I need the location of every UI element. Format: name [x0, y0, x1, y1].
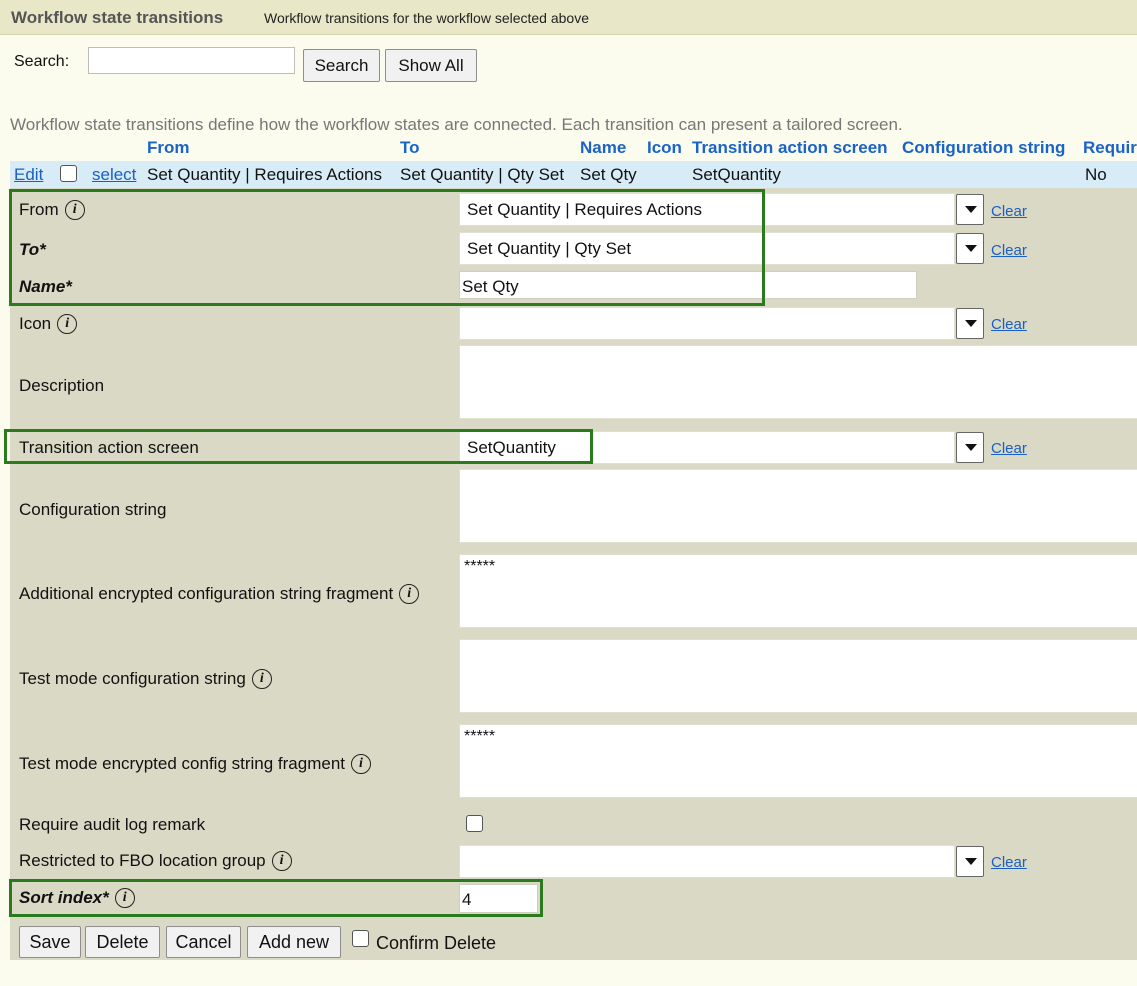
add-encrypted-textarea[interactable]: ***** [459, 554, 1137, 628]
info-icon[interactable]: i [399, 584, 420, 604]
row-to: Set Quantity | Qty Set [400, 165, 565, 184]
field-label-fbo: Restricted to FBO location group i [19, 851, 292, 871]
icon-clear-link[interactable]: Clear [991, 316, 1027, 333]
column-header-to[interactable]: To [400, 138, 420, 158]
search-label: Search: [14, 53, 70, 70]
column-header-config-string[interactable]: Configuration string [902, 138, 1065, 158]
row-from: Set Quantity | Requires Actions [147, 165, 382, 184]
highlight-box [9, 189, 765, 306]
column-header-name[interactable]: Name [580, 138, 626, 158]
field-label-audit: Require audit log remark [19, 815, 206, 834]
highlight-box [4, 429, 593, 464]
row-name: Set Qty [580, 165, 637, 184]
show-all-button[interactable]: Show All [385, 49, 477, 82]
section-description: Workflow state transitions define how th… [10, 115, 903, 134]
column-header-require[interactable]: Requir [1083, 138, 1137, 158]
from-clear-link[interactable]: Clear [991, 203, 1027, 220]
column-header-icon[interactable]: Icon [647, 138, 682, 158]
search-button[interactable]: Search [303, 49, 380, 82]
fbo-select[interactable] [459, 845, 955, 878]
info-icon[interactable]: i [271, 851, 292, 871]
delete-button[interactable]: Delete [85, 926, 160, 958]
audit-checkbox[interactable] [466, 815, 483, 832]
field-label-add-encrypted: Additional encrypted configuration strin… [19, 584, 420, 604]
search-input[interactable] [88, 47, 295, 74]
fbo-clear-link[interactable]: Clear [991, 854, 1027, 871]
highlight-box [9, 879, 543, 917]
field-label-test-encrypted: Test mode encrypted config string fragme… [19, 754, 371, 774]
field-label-description: Description [19, 376, 105, 395]
icon-select[interactable] [459, 307, 955, 340]
description-textarea[interactable] [459, 345, 1137, 419]
column-header-from[interactable]: From [147, 138, 190, 158]
cancel-button[interactable]: Cancel [166, 926, 241, 958]
info-icon[interactable]: i [57, 314, 78, 334]
field-label-config: Configuration string [19, 500, 167, 519]
save-button[interactable]: Save [19, 926, 81, 958]
to-clear-link[interactable]: Clear [991, 242, 1027, 259]
chevron-down-icon[interactable] [956, 308, 984, 339]
row-checkbox[interactable] [60, 165, 77, 182]
confirm-delete-label: Confirm Delete [376, 933, 497, 953]
panel-subtitle: Workflow transitions for the workflow se… [264, 10, 589, 26]
edit-link[interactable]: Edit [14, 165, 43, 185]
info-icon[interactable]: i [251, 669, 272, 689]
action-screen-clear-link[interactable]: Clear [991, 440, 1027, 457]
config-textarea[interactable] [459, 469, 1137, 543]
select-link[interactable]: select [92, 165, 136, 185]
field-label-icon: Icon i [19, 314, 78, 334]
chevron-down-icon[interactable] [956, 846, 984, 877]
test-encrypted-textarea[interactable]: ***** [459, 724, 1137, 798]
chevron-down-icon[interactable] [956, 432, 984, 463]
info-icon[interactable]: i [351, 754, 371, 774]
panel-title: Workflow state transitions [11, 8, 224, 27]
test-config-textarea[interactable] [459, 639, 1137, 713]
column-header-action-screen[interactable]: Transition action screen [692, 138, 888, 158]
chevron-down-icon[interactable] [956, 194, 984, 225]
row-action-screen: SetQuantity [692, 165, 781, 184]
field-label-test-config: Test mode configuration string i [19, 669, 272, 689]
row-require: No [1085, 165, 1107, 184]
add-new-button[interactable]: Add new [247, 926, 341, 958]
chevron-down-icon[interactable] [956, 233, 984, 264]
confirm-delete-checkbox[interactable] [352, 930, 369, 947]
